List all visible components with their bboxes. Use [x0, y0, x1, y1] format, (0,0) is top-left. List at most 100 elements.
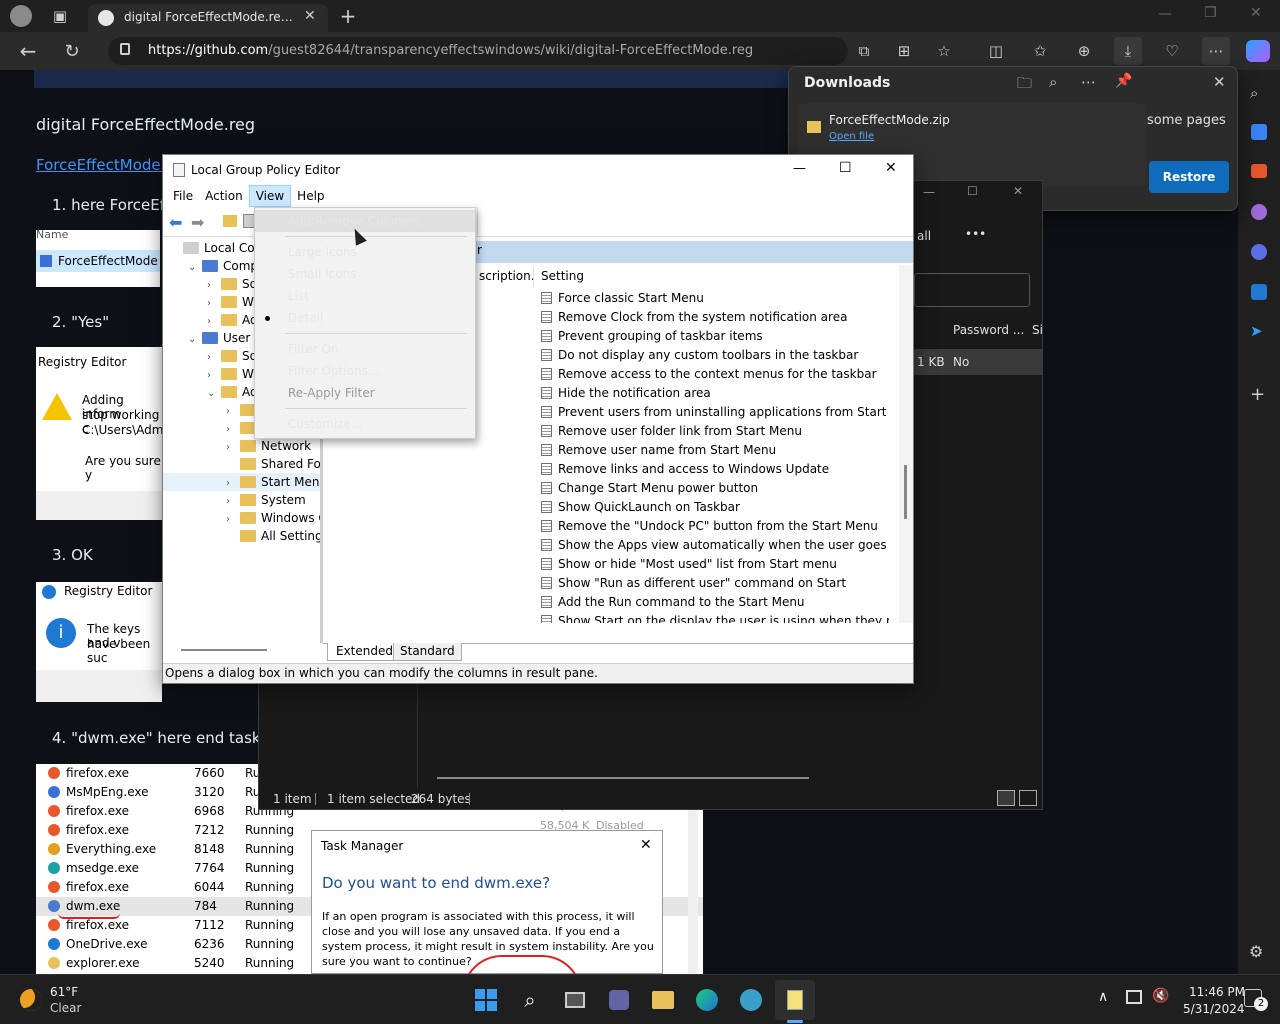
refresh-icon[interactable]: ↻	[58, 37, 86, 65]
tab-active[interactable]: digital ForceEffectMode.reg · gu ✕	[88, 4, 328, 32]
menu-action[interactable]: Action	[199, 185, 249, 207]
tree-node[interactable]: ›Start Menu ar	[163, 473, 320, 491]
view-menu-item[interactable]: Customize...	[255, 413, 475, 435]
column-setting[interactable]: Setting	[541, 269, 584, 283]
gpedit-maximize-icon[interactable]: ☐	[839, 160, 852, 176]
policy-setting-row[interactable]: Show Start on the display the user is us…	[541, 612, 889, 623]
tab-standard[interactable]: Standard	[393, 643, 462, 661]
search-downloads-icon[interactable]: ⌕	[1049, 73, 1057, 91]
policy-setting-row[interactable]: Add the Run command to the Start Menu	[541, 593, 889, 612]
network-app-icon[interactable]	[731, 980, 771, 1020]
tiles-view-icon[interactable]	[1019, 790, 1037, 806]
select-all-label[interactable]: all	[917, 229, 931, 243]
expanded-arrow-icon[interactable]: ⌄	[188, 331, 202, 349]
favorite-star-icon[interactable]: ☆	[930, 37, 958, 65]
policy-setting-row[interactable]: Show QuickLaunch on Taskbar	[541, 498, 889, 517]
policy-setting-row[interactable]: Show the Apps view automatically when th…	[541, 536, 889, 555]
policy-setting-row[interactable]: Prevent grouping of taskbar items	[541, 327, 889, 346]
tree-node[interactable]: All Settings	[163, 527, 320, 545]
sidebar-outlook-icon[interactable]	[1251, 284, 1267, 300]
policy-setting-row[interactable]: Remove Clock from the system notificatio…	[541, 308, 889, 327]
open-folder-icon[interactable]: 🗀	[1017, 73, 1032, 98]
gpedit-up-folder-icon[interactable]	[223, 215, 237, 227]
explorer-hscrollbar[interactable]	[437, 777, 809, 779]
show-hidden-icons[interactable]: ∧	[1098, 989, 1108, 1005]
policy-setting-row[interactable]: Show or hide "Most used" list from Start…	[541, 555, 889, 574]
weather-icon[interactable]	[20, 989, 42, 1011]
weather-temp[interactable]: 61°F	[50, 985, 78, 999]
close-window-icon[interactable]: ✕	[1250, 5, 1262, 21]
volume-tray-icon[interactable]: 🔇	[1152, 988, 1169, 1004]
tree-node[interactable]: ›Windows Cor	[163, 509, 320, 527]
explorer-close-icon[interactable]: ✕	[1013, 184, 1023, 198]
explorer-more-icon[interactable]: •••	[965, 227, 986, 241]
gpedit-close-icon[interactable]: ✕	[885, 160, 897, 176]
tree-node[interactable]: › Network	[163, 437, 320, 455]
minimize-icon[interactable]: —	[1158, 6, 1172, 22]
explorer-search-box[interactable]	[914, 273, 1030, 307]
policy-setting-row[interactable]: Remove links and access to Windows Updat…	[541, 460, 889, 479]
favorites-icon[interactable]: ✩	[1026, 37, 1054, 65]
sidebar-search-icon[interactable]: ⌕	[1250, 84, 1258, 102]
details-view-icon[interactable]	[997, 790, 1015, 806]
menu-view[interactable]: View	[248, 185, 292, 207]
view-menu-item[interactable]: Detail	[255, 307, 475, 329]
new-tab-button[interactable]: +	[334, 2, 362, 30]
pin-icon[interactable]: 📌	[1115, 73, 1132, 89]
policy-setting-row[interactable]: Force classic Start Menu	[541, 289, 889, 308]
sidebar-settings-icon[interactable]: ⚙	[1249, 942, 1263, 961]
policy-setting-row[interactable]: Remove user folder link from Start Menu	[541, 422, 889, 441]
profile-avatar[interactable]	[10, 5, 32, 27]
clock-date[interactable]: 5/31/2024	[1183, 1002, 1245, 1016]
task-view-icon[interactable]	[555, 980, 595, 1020]
gpedit-minimize-icon[interactable]: —	[793, 161, 806, 176]
tree-hscroll[interactable]	[181, 649, 267, 651]
tab-actions-icon[interactable]: ▣	[46, 2, 74, 30]
copilot-icon[interactable]	[1246, 40, 1270, 62]
dialog-close-icon[interactable]: ✕	[640, 837, 652, 853]
gpedit-forward-icon[interactable]: ➡	[191, 213, 204, 232]
search-taskbar-icon[interactable]: ⌕	[510, 980, 550, 1020]
detail-vscrollbar[interactable]	[899, 265, 913, 623]
file-explorer-taskbar-icon[interactable]	[643, 980, 683, 1020]
explorer-maximize-icon[interactable]: ☐	[967, 184, 978, 198]
sidebar-add-icon[interactable]: +	[1250, 384, 1265, 405]
policy-setting-row[interactable]: Remove user name from Start Menu	[541, 441, 889, 460]
start-button[interactable]	[466, 980, 506, 1020]
policy-setting-row[interactable]: Hide the notification area	[541, 384, 889, 403]
tab-extended[interactable]: Extended	[327, 643, 400, 661]
network-tray-icon[interactable]	[1126, 990, 1142, 1004]
app-available-icon[interactable]: ⊞	[890, 37, 918, 65]
sidebar-tools-icon[interactable]	[1251, 164, 1267, 178]
address-bar[interactable]: https://github.com/guest82644/transparen…	[108, 37, 848, 65]
performance-icon[interactable]: ♡	[1158, 37, 1186, 65]
collections-icon[interactable]: ⊕	[1070, 37, 1098, 65]
menu-help[interactable]: Help	[291, 185, 330, 207]
notepad-taskbar-icon[interactable]	[775, 980, 815, 1020]
policy-setting-row[interactable]: Remove access to the context menus for t…	[541, 365, 889, 384]
downloads-more-icon[interactable]: ⋯	[1081, 73, 1096, 91]
view-menu-item[interactable]: Small Icons	[255, 263, 475, 285]
expanded-arrow-icon[interactable]: ⌄	[207, 385, 221, 403]
view-menu-item[interactable]: Filter On	[255, 338, 475, 360]
gpedit-back-icon[interactable]: ⬅	[169, 213, 182, 232]
teams-icon[interactable]	[599, 980, 639, 1020]
maximize-icon[interactable]: ❐	[1204, 5, 1217, 21]
tree-node[interactable]: › System	[163, 491, 320, 509]
restore-button[interactable]: Restore	[1149, 161, 1229, 193]
policy-setting-row[interactable]: Do not display any custom toolbars in th…	[541, 346, 889, 365]
downloads-icon[interactable]: ⤓	[1114, 37, 1142, 65]
explorer-minimize-icon[interactable]: —	[923, 185, 935, 199]
policy-setting-row[interactable]: Change Start Menu power button	[541, 479, 889, 498]
split-screen-icon[interactable]: ⧉	[850, 37, 878, 65]
tree-node[interactable]: Shared Folder	[163, 455, 320, 473]
view-menu-item[interactable]: List	[255, 285, 475, 307]
sidebar-shopping-icon[interactable]	[1251, 124, 1267, 140]
detail-scroll-thumb[interactable]	[904, 465, 907, 519]
download-link[interactable]: ForceEffectMode.z	[36, 156, 173, 174]
policy-setting-row[interactable]: Show "Run as different user" command on …	[541, 574, 889, 593]
policy-setting-row[interactable]: Prevent users from uninstalling applicat…	[541, 403, 889, 422]
downloads-close-icon[interactable]: ✕	[1213, 73, 1226, 91]
view-menu-item[interactable]: Add/Remove Columns...	[255, 210, 475, 232]
sidebar-games-icon[interactable]	[1251, 204, 1267, 220]
